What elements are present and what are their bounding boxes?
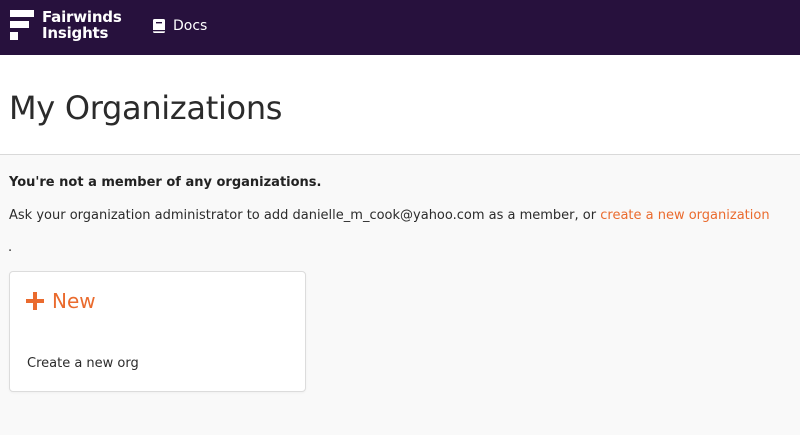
ask-admin-text: Ask your organization administrator to a… <box>9 208 601 223</box>
new-org-heading: New <box>26 289 96 313</box>
docs-link[interactable]: Docs <box>153 18 207 34</box>
brand-name: Fairwinds Insights <box>42 9 122 41</box>
trailing-period: . <box>8 240 13 255</box>
ask-admin-message: Ask your organization administrator to a… <box>9 208 770 223</box>
not-member-message: You're not a member of any organizations… <box>9 175 322 190</box>
top-navbar: Fairwinds Insights Docs <box>0 0 800 55</box>
book-icon <box>153 19 165 33</box>
docs-label: Docs <box>173 18 208 34</box>
brand-line-1: Fairwinds <box>42 8 122 26</box>
create-organization-link[interactable]: create a new organization <box>600 208 769 223</box>
page-title: My Organizations <box>9 89 283 127</box>
new-org-card[interactable]: New Create a new org <box>9 271 306 392</box>
plus-icon <box>26 292 44 310</box>
fairwinds-logo-icon <box>10 10 34 40</box>
new-org-description: Create a new org <box>27 356 139 371</box>
new-org-label: New <box>52 289 96 313</box>
brand-home-link[interactable]: Fairwinds Insights <box>10 9 122 41</box>
page-header: My Organizations <box>0 55 800 155</box>
brand-line-2: Insights <box>42 24 109 42</box>
